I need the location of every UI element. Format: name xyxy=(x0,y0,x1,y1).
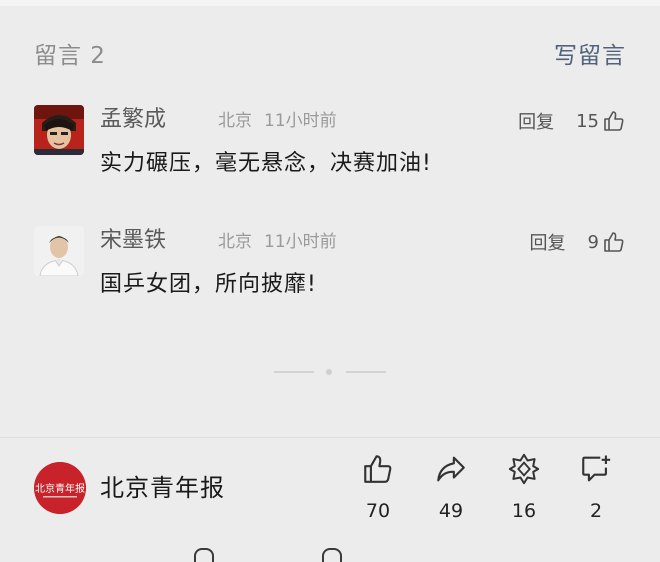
comment-location: 北京 xyxy=(218,111,252,131)
pager-line-right xyxy=(346,371,386,373)
thumbs-up-icon[interactable] xyxy=(361,452,395,486)
comment-text: 国乒女团，所向披靡! xyxy=(100,272,317,297)
avatar[interactable] xyxy=(34,105,84,155)
comment-author[interactable]: 孟繁成 xyxy=(100,105,166,135)
avatar[interactable] xyxy=(34,226,84,276)
comment-item: 宋墨铁 北京 11小时前 国乒女团，所向披靡! 回复 9 xyxy=(34,226,626,326)
bottom-partial-icon xyxy=(322,548,342,562)
pager-dot xyxy=(326,369,332,375)
comment-action[interactable]: 2 xyxy=(566,452,626,542)
like-total: 70 xyxy=(365,500,391,522)
reply-button[interactable]: 回复 xyxy=(518,108,554,134)
share-total: 49 xyxy=(438,500,464,522)
comment-actions: 回复 15 xyxy=(518,107,626,135)
recommend-total: 16 xyxy=(511,500,537,522)
comment-text: 实力碾压，毫无悬念，决赛加油! xyxy=(100,151,432,176)
comment-time: 11小时前 xyxy=(264,232,337,252)
brand-logo-text: 北京青年报 xyxy=(35,482,85,495)
recommend-icon[interactable] xyxy=(507,452,541,486)
recommend-action[interactable]: 16 xyxy=(494,452,554,542)
comment-author[interactable]: 宋墨铁 xyxy=(100,226,166,256)
brand-logo[interactable]: 北京青年报 xyxy=(34,462,86,514)
comment-icon[interactable] xyxy=(579,452,613,486)
comment-time: 11小时前 xyxy=(264,111,337,131)
like-count: 9 xyxy=(587,231,599,253)
comments-count: 留言 2 xyxy=(34,43,106,69)
share-icon[interactable] xyxy=(434,452,468,486)
comment-actions: 回复 9 xyxy=(530,228,626,256)
thumbs-up-icon[interactable] xyxy=(602,109,626,133)
pager-line-left xyxy=(274,371,314,373)
like-action[interactable]: 70 xyxy=(348,452,408,542)
reply-button[interactable]: 回复 xyxy=(530,229,566,255)
bottom-partial-icon xyxy=(194,548,214,562)
pagination-indicator xyxy=(0,364,660,380)
like-count: 15 xyxy=(576,110,599,132)
comment-item: 孟繁成 北京 11小时前 实力碾压，毫无悬念，决赛加油! 回复 15 xyxy=(34,105,626,205)
comment-location: 北京 xyxy=(218,232,252,252)
comment-total: 2 xyxy=(589,500,603,522)
comments-header: 留言 2 写留言 xyxy=(34,38,626,74)
thumbs-up-icon[interactable] xyxy=(602,230,626,254)
share-action[interactable]: 49 xyxy=(421,452,481,542)
write-comment-button[interactable]: 写留言 xyxy=(554,38,626,74)
footer-bar: 北京青年报 北京青年报 70 49 16 2 xyxy=(0,438,660,557)
top-strip xyxy=(0,0,660,6)
brand-name[interactable]: 北京青年报 xyxy=(100,470,225,506)
